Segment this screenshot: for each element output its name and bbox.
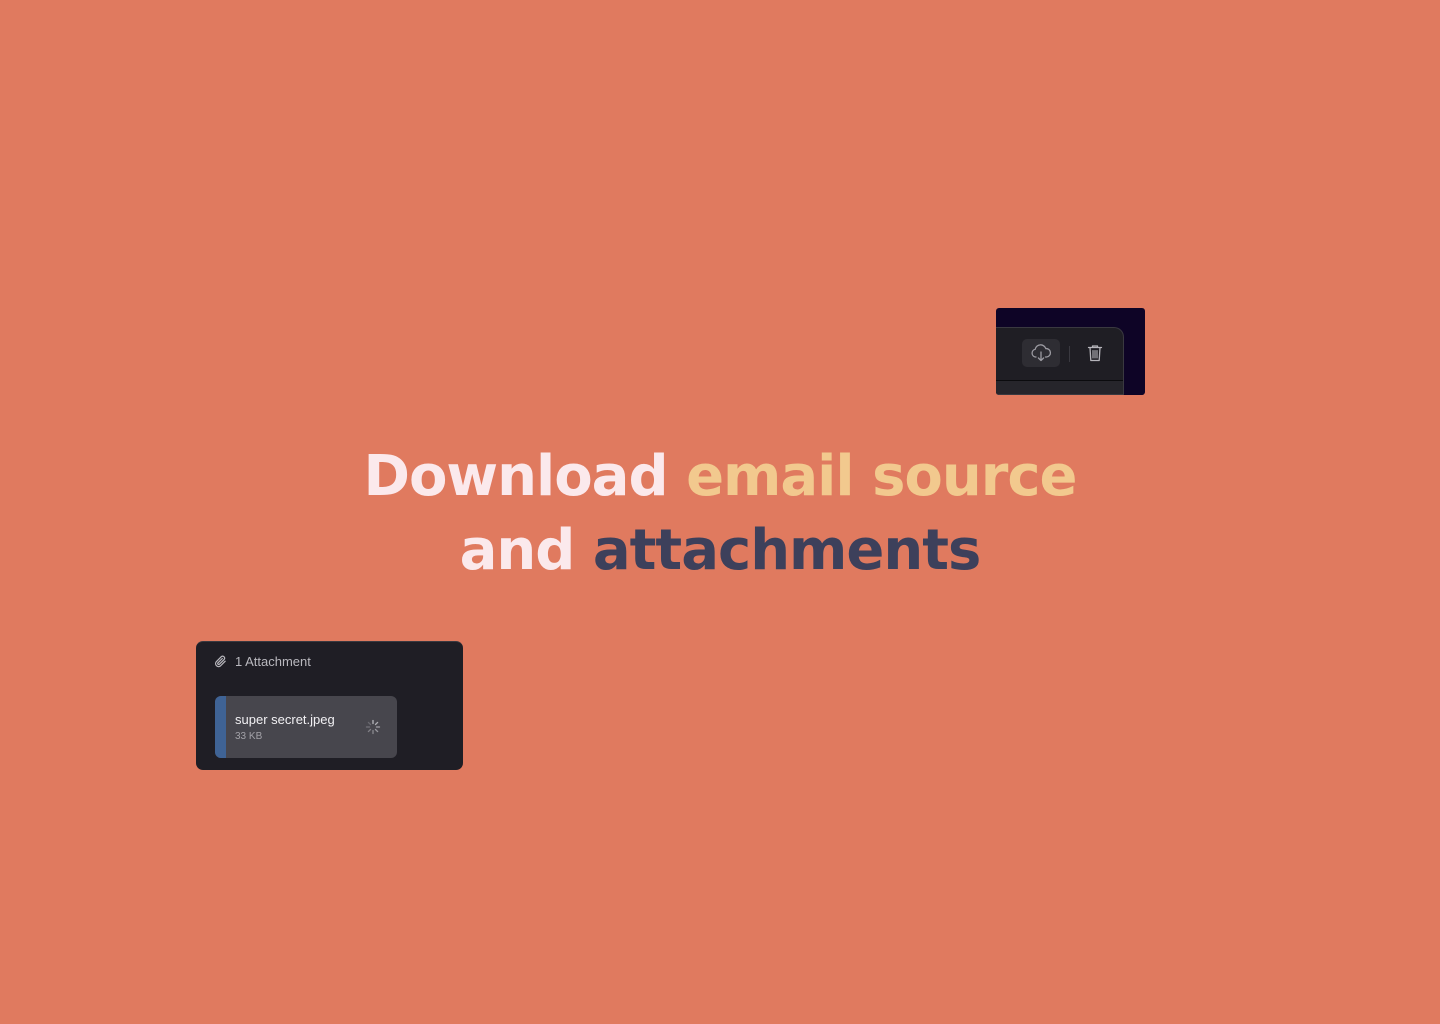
file-name: super secret.jpeg (235, 712, 335, 727)
headline-download: Download (363, 444, 668, 509)
attachments-header: 1 Attachment (214, 654, 311, 669)
file-type-accent (215, 696, 226, 758)
paperclip-icon (215, 655, 226, 667)
toolbar-lower-area (996, 381, 1123, 394)
headline-and: and (459, 518, 576, 583)
trash-icon (1087, 345, 1103, 362)
cloud-download-icon (1031, 344, 1052, 362)
headline-email-source: email source (686, 444, 1077, 509)
attachments-count-label: 1 Attachment (235, 654, 311, 669)
headline: Download email source and attachments (0, 440, 1440, 588)
message-toolbar (996, 327, 1124, 395)
attachment-file-tile[interactable]: super secret.jpeg 33 KB (215, 696, 397, 758)
download-source-button[interactable] (1022, 339, 1060, 367)
headline-attachments: attachments (592, 518, 981, 583)
attachments-panel: 1 Attachment super secret.jpeg 33 KB (196, 641, 463, 770)
toolbar-screenshot (996, 308, 1145, 395)
file-size: 33 KB (235, 731, 263, 742)
loading-spinner-icon (365, 719, 381, 735)
delete-button[interactable] (1076, 339, 1114, 367)
toolbar-separator (1069, 346, 1070, 362)
